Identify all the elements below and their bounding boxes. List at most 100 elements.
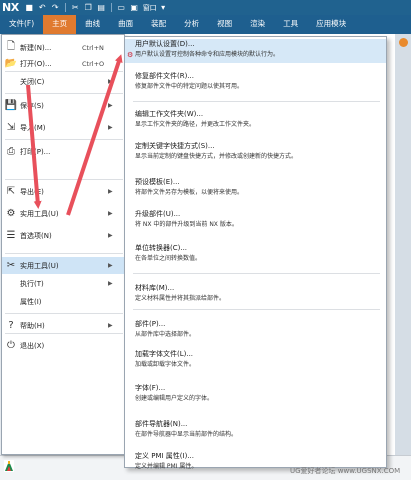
file-menu-item[interactable]: ⇲ 导入(M) ▶ [2,119,124,136]
file-menu-item-label: 帮助(H) [20,321,45,330]
submenu-item-title: 升级部件(U)... [135,210,181,218]
submenu-item-title: 用户默认设置(D)... [135,40,195,48]
file-menu-item[interactable]: 关闭(C) ▶ [2,73,124,90]
chevron-right-icon: ▶ [108,262,113,269]
file-menu-item[interactable]: ⎙ 打印(P)... [2,143,124,160]
exit-icon: ⏻ [7,340,15,351]
tab-4[interactable]: 装配 [142,15,175,34]
tab-7[interactable]: 渲染 [241,15,274,34]
file-menu-item-label: 首选项(N) [20,231,52,240]
window-menu[interactable]: 窗口 [143,3,157,13]
submenu-item[interactable]: 部件导航器(N)... 在部件导航器中显示当前部件的结构。 [125,419,386,443]
submenu-item-title: 材料库(M)... [135,284,175,292]
copy-icon[interactable]: ❐ [83,2,94,13]
submenu-item[interactable]: 预设模板(E)... 将部件文件另存为模板，以便将来使用。 [125,177,386,201]
submenu-item[interactable]: 升级部件(U)... 将 NX 中的部件升级到当前 NX 版本。 [125,209,386,233]
file-menu-item[interactable]: 💾 保存(S) ▶ [2,97,124,114]
touch-mode-icon[interactable]: ▭ [116,2,127,13]
file-menu-item[interactable]: 执行(T) ▶ [2,275,124,292]
chevron-right-icon: ▶ [108,78,113,85]
file-menu-item[interactable]: 🗋 新建(N)... Ctrl+N [2,39,124,56]
file-menu-item-label: 新建(N)... [20,43,52,52]
tab-2[interactable]: 曲线 [76,15,109,34]
file-menu-item[interactable]: ⚙ 实用工具(U) ▶ [2,205,124,222]
submenu-item-description: 将部件文件另存为模板，以便将来使用。 [135,189,244,196]
save-icon: 💾 [4,100,18,111]
file-menu-item-label: 退出(X) [20,341,45,350]
chevron-down-icon[interactable]: ▾ [158,2,169,13]
file-menu-item[interactable]: ☰ 首选项(N) ▶ [2,227,124,244]
menu-separator [5,139,123,140]
blank-icon [5,76,17,88]
file-menu-item[interactable]: 属性(I) [2,293,124,310]
file-menu: 🗋 新建(N)... Ctrl+N 📂 打开(O)... Ctrl+O 关闭(C) ▶ 💾 保存(… [1,34,125,455]
file-menu-item[interactable]: ⏻ 退出(X) [2,337,124,354]
tab-6[interactable]: 视图 [208,15,241,34]
file-menu-item[interactable]: ? 帮助(H) ▶ [2,317,124,334]
chevron-right-icon: ▶ [108,322,113,329]
submenu-item[interactable]: 加载字体文件(L)... 加载或卸载字体文件。 [125,349,386,373]
submenu-item-description: 显示工作文件夹的路径，并更改工作文件夹。 [135,121,256,128]
file-menu-item[interactable]: ⇱ 导出(E) ▶ [2,183,124,200]
graphics-area [395,34,411,455]
switch-window-icon[interactable]: ▣ [129,2,140,13]
tab-0[interactable]: 文件(F) [0,15,43,34]
submenu-item-description: 定义材料属性并将其指派给部件。 [135,295,226,302]
submenu-item-description: 将 NX 中的部件升级到当前 NX 版本。 [135,221,238,228]
chevron-right-icon: ▶ [108,280,113,287]
file-menu-item-label: 导出(E) [20,187,44,196]
file-menu-item-label: 属性(I) [20,297,42,306]
export-icon: ⇱ [6,186,16,197]
file-menu-item[interactable]: ✂ 实用工具(U) ▶ [2,257,124,274]
submenu-item-description: 修复部件文件中的特定问题以使其可用。 [135,83,244,90]
file-menu-item-label: 实用工具(U) [20,261,59,270]
submenu-item[interactable]: 部件(P)... 从部件库中选择部件。 [125,319,386,343]
submenu-item-description: 在部件导航器中显示当前部件的结构。 [135,431,238,438]
tab-9[interactable]: 应用模块 [307,15,355,34]
submenu-item[interactable]: ⚙ 用户默认设置(D)... 用户默认设置可控制各种命令和应用模块的默认行为。 [125,39,386,63]
redo-icon[interactable]: ↷ [50,2,61,13]
save-quick-icon[interactable]: ■ [24,2,35,13]
undo-icon[interactable]: ↶ [37,2,48,13]
file-menu-item-label: 关闭(C) [20,77,45,86]
submenu-item[interactable]: 修复部件文件(R)... 修复部件文件中的特定问题以使其可用。 [125,71,386,95]
submenu-item-description: 用户默认设置可控制各种命令和应用模块的默认行为。 [135,51,280,58]
tools-icon: ✂ [6,260,16,271]
new-file-icon: 🗋 [6,41,16,52]
shortcut-label: Ctrl+N [82,43,104,52]
orange-status-icon [399,38,408,47]
submenu-item[interactable]: 材料库(M)... 定义材料属性并将其指派给部件。 [125,283,386,307]
submenu-item-title: 定制关键字快捷方式(S)... [135,142,215,150]
menu-separator [5,93,123,94]
submenu-item-description: 在各单位之间转换数值。 [135,255,202,262]
nx-logo-icon [4,460,14,472]
cut-icon[interactable]: ✂ [70,2,81,13]
file-menu-item-label: 打印(P)... [20,147,51,156]
file-menu-item[interactable]: 📂 打开(O)... Ctrl+O [2,55,124,72]
menu-separator [133,309,380,310]
submenu-item[interactable]: 字体(F)... 创建或编辑用户定义的字体。 [125,383,386,407]
submenu-item-description: 加载或卸载字体文件。 [135,361,196,368]
chevron-right-icon: ▶ [108,102,113,109]
chevron-right-icon: ▶ [108,188,113,195]
tab-1[interactable]: 主页 [43,15,77,34]
ribbon-tabs: 文件(F) 主页 曲线 曲面 装配 分析 视图 渲染 工具 应用模块 [0,15,411,34]
submenu-item-title: 编辑工作文件夹(W)... [135,110,204,118]
submenu-item-title: 部件导航器(N)... [135,420,188,428]
menu-separator [133,273,380,274]
submenu-item-description: 定义并编辑 PMI 属性。 [135,463,198,470]
tab-3[interactable]: 曲面 [109,15,142,34]
submenu-item[interactable]: 编辑工作文件夹(W)... 显示工作文件夹的路径，并更改工作文件夹。 [125,109,386,133]
submenu-item-title: 预设模板(E)... [135,178,180,186]
menu-separator [5,71,123,72]
paste-icon[interactable]: ▤ [96,2,107,13]
tab-5[interactable]: 分析 [175,15,208,34]
chevron-right-icon: ▶ [108,210,113,217]
chevron-right-icon: ▶ [108,232,113,239]
open-folder-icon: 📂 [4,58,18,69]
tab-8[interactable]: 工具 [274,15,307,34]
submenu-item[interactable]: 单位转换器(C)... 在各单位之间转换数值。 [125,243,386,267]
submenu-item[interactable]: 定制关键字快捷方式(S)... 显示当前定制的键盘快捷方式，并修改或创建新的快捷方… [125,141,386,165]
menu-separator [5,333,123,334]
file-menu-item-label: 导入(M) [20,123,46,132]
